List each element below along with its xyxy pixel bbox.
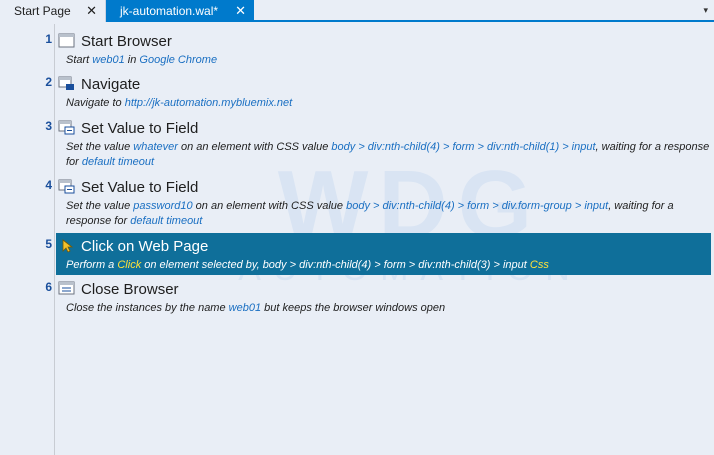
tab-jk-automation[interactable]: jk-automation.wal* ✕ — [106, 0, 254, 22]
window-icon — [58, 33, 75, 48]
description-text: in — [124, 54, 140, 66]
tab-label: Start Page — [14, 4, 71, 18]
description-text: Close the instances by the name — [66, 302, 229, 314]
parameter-link[interactable]: Google Chrome — [139, 54, 217, 66]
step-description: Perform a Click on element selected by, … — [66, 258, 710, 273]
step-title-text: Click on Web Page — [81, 238, 209, 255]
tab-dropdown-icon[interactable]: ▾ — [703, 0, 708, 20]
step-body: Click on Web Page Perform a Click on elem… — [58, 237, 710, 273]
close-icon[interactable]: ✕ — [86, 0, 97, 22]
step-title-text: Set Value to Field — [81, 120, 199, 137]
description-text: Perform a — [66, 259, 118, 271]
close-icon[interactable]: ✕ — [235, 0, 246, 22]
parameter-link[interactable]: body > div:nth-child(4) > form > div:nth… — [263, 259, 527, 271]
description-text: on an element with CSS value — [192, 200, 347, 212]
step-title-text: Navigate — [81, 76, 141, 93]
step-title: Click on Web Page — [58, 237, 710, 257]
step-title-text: Set Value to Field — [81, 179, 199, 196]
step-number: 2 — [45, 75, 52, 89]
close-browser-icon — [58, 281, 75, 296]
description-text: on an element with CSS value — [177, 141, 332, 153]
step-body: Start Browser Start web01 in Google Chrom… — [58, 32, 710, 68]
navigate-icon — [58, 76, 75, 91]
set-field-icon — [58, 179, 75, 194]
tab-bar: Start Page ✕ jk-automation.wal* ✕ ▾ — [0, 0, 714, 22]
description-text: Set the value — [66, 200, 134, 212]
step-body: Close Browser Close the instances by the … — [58, 280, 710, 316]
step-number: 1 — [45, 32, 52, 46]
step-title-text: Close Browser — [81, 281, 179, 298]
step-body: Set Value to Field Set the value password… — [58, 178, 710, 229]
parameter-link[interactable]: default timeout — [82, 156, 154, 168]
tab-start-page[interactable]: Start Page ✕ — [0, 0, 106, 22]
tab-label: jk-automation.wal* — [120, 4, 219, 18]
step-number: 5 — [45, 237, 52, 251]
parameter-link[interactable]: body > div:nth-child(4) > form > div:nth… — [331, 141, 595, 153]
step-description: Navigate to http://jk-automation.mybluem… — [66, 96, 710, 111]
step-body: Set Value to Field Set the value whatever… — [58, 119, 710, 170]
parameter-highlight[interactable]: Css — [530, 259, 549, 271]
step-description: Start web01 in Google Chrome — [66, 53, 710, 68]
description-text: but keeps the browser windows open — [261, 302, 446, 314]
description-text: Set the value — [66, 141, 134, 153]
description-text: Navigate to — [66, 97, 125, 109]
parameter-link[interactable]: http://jk-automation.mybluemix.net — [125, 97, 293, 109]
parameter-link[interactable]: default timeout — [130, 215, 202, 227]
step-body: Navigate Navigate to http://jk-automation… — [58, 75, 710, 111]
step-number: 6 — [45, 280, 52, 294]
parameter-highlight[interactable]: Click — [117, 259, 141, 271]
step-description: Set the value password10 on an element w… — [66, 199, 710, 229]
cursor-icon — [58, 238, 75, 253]
step-number: 4 — [45, 178, 52, 192]
step-title: Start Browser — [58, 32, 710, 52]
parameter-link[interactable]: body > div:nth-child(4) > form > div.for… — [346, 200, 608, 212]
step-description: Close the instances by the name web01 bu… — [66, 301, 710, 316]
step-title: Set Value to Field — [58, 119, 710, 139]
parameter-link[interactable]: whatever — [133, 141, 178, 153]
gutter-divider — [54, 24, 55, 455]
step-title: Navigate — [58, 75, 710, 95]
step-title: Set Value to Field — [58, 178, 710, 198]
description-text: on element selected by, — [141, 259, 263, 271]
parameter-link[interactable]: web01 — [229, 302, 261, 314]
description-text: Start — [66, 54, 93, 66]
step-title-text: Start Browser — [81, 33, 172, 50]
set-field-icon — [58, 120, 75, 135]
parameter-link[interactable]: password10 — [133, 200, 192, 212]
step-title: Close Browser — [58, 280, 710, 300]
step-description: Set the value whatever on an element wit… — [66, 140, 710, 170]
parameter-link[interactable]: web01 — [92, 54, 124, 66]
step-number: 3 — [45, 119, 52, 133]
